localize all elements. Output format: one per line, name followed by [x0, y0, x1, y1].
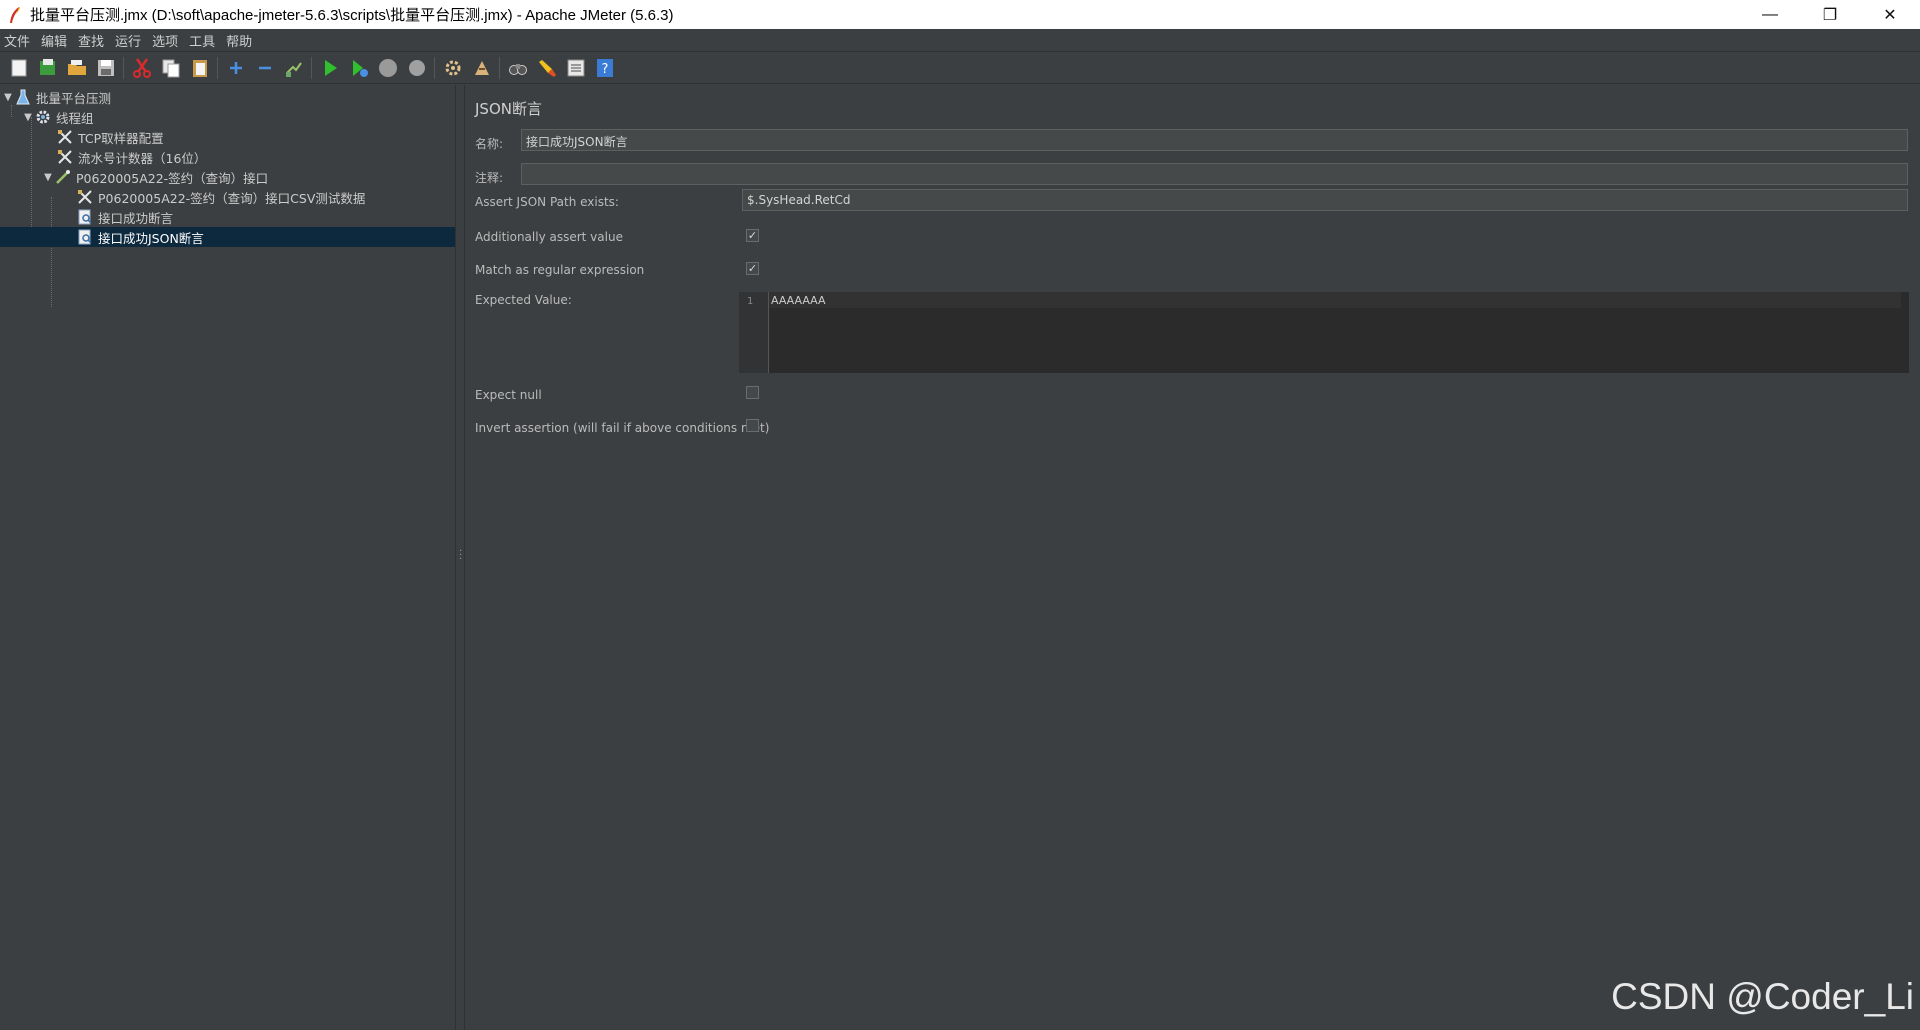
tree-item-label: 接口成功断言: [98, 210, 174, 226]
stop-icon[interactable]: [376, 56, 400, 80]
tree-item-label: 线程组: [56, 110, 94, 126]
tree-item-label: 流水号计数器（16位）: [78, 150, 207, 166]
checkmark-icon: ✓: [747, 229, 758, 242]
panel-splitter[interactable]: · · ·: [455, 85, 465, 1030]
expect-null-checkbox[interactable]: [746, 386, 759, 399]
tree-item-label: TCP取样器配置: [78, 130, 164, 146]
name-label: 名称:: [475, 137, 504, 151]
start-icon[interactable]: [318, 56, 342, 80]
close-button[interactable]: ✕: [1860, 0, 1920, 29]
toolbar-separator: [217, 56, 218, 79]
panel-title: JSON断言: [475, 100, 542, 118]
jmeter-feather-icon: [4, 4, 26, 26]
regex-label: Match as regular expression: [475, 263, 645, 277]
cut-icon[interactable]: [130, 56, 154, 80]
config-icon: [56, 128, 74, 146]
line-number-gutter: [739, 292, 769, 373]
remote-start-icon[interactable]: [441, 56, 465, 80]
config-icon: [56, 148, 74, 166]
help-icon[interactable]: ?: [593, 56, 617, 80]
open-icon[interactable]: [65, 56, 89, 80]
menu-options[interactable]: 选项: [148, 31, 185, 50]
chevron-down-icon[interactable]: ▼: [2, 92, 14, 103]
tree-item-csv-data[interactable]: P0620005A22-签约（查询）接口CSV测试数据: [76, 187, 365, 207]
splitter-grip-icon: · · ·: [459, 546, 463, 565]
comment-field[interactable]: [521, 163, 1908, 185]
expected-value-editor[interactable]: 1 AAAAAAA: [739, 292, 1909, 373]
menu-tools[interactable]: 工具: [185, 31, 222, 50]
expand-icon[interactable]: [224, 56, 248, 80]
assertion-icon: [76, 228, 94, 246]
tree-item-label: 批量平台压测: [36, 90, 112, 106]
test-plan-tree: ▼ 批量平台压测 ▼ 线程组 TCP取样器配置 流水号计数器（16位） ▼ P0…: [0, 85, 455, 1030]
expect-null-label: Expect null: [475, 388, 542, 402]
editor-scrollbar[interactable]: [1901, 292, 1909, 373]
window-title: 批量平台压测.jmx (D:\soft\apache-jmeter-5.6.3\…: [30, 7, 674, 24]
json-path-field[interactable]: $.SysHead.RetCd: [742, 189, 1908, 211]
menu-help[interactable]: 帮助: [222, 31, 259, 50]
current-line-highlight: [769, 292, 1909, 308]
minimize-button[interactable]: —: [1740, 0, 1800, 29]
tree-item-counter[interactable]: 流水号计数器（16位）: [56, 147, 206, 167]
search-binoculars-icon[interactable]: [506, 56, 530, 80]
new-icon[interactable]: [7, 56, 31, 80]
json-assertion-panel: JSON断言 名称: 接口成功JSON断言 注释: Assert JSON Pa…: [465, 85, 1920, 1030]
menu-edit[interactable]: 编辑: [37, 31, 74, 50]
remote-stop-icon[interactable]: [470, 56, 494, 80]
tree-item-label: 接口成功JSON断言: [98, 230, 204, 246]
copy-icon[interactable]: [159, 56, 183, 80]
tree-item-thread-group[interactable]: ▼ 线程组: [22, 107, 94, 127]
additionally-assert-label: Additionally assert value: [475, 230, 623, 244]
paste-icon[interactable]: [188, 56, 212, 80]
maximize-button[interactable]: ❐: [1800, 0, 1860, 29]
sampler-icon: [54, 168, 72, 186]
tree-item-response-assertion[interactable]: 接口成功断言: [76, 207, 173, 227]
tree-item-sampler[interactable]: ▼ P0620005A22-签约（查询）接口: [42, 167, 268, 187]
function-helper-icon[interactable]: [564, 56, 588, 80]
expected-value-text[interactable]: AAAAAAA: [771, 294, 826, 307]
collapse-icon[interactable]: [253, 56, 277, 80]
svg-text:?: ?: [601, 62, 608, 77]
line-number: 1: [747, 296, 754, 307]
toolbar-separator: [499, 56, 500, 79]
chevron-down-icon[interactable]: ▼: [22, 112, 34, 123]
comment-label: 注释:: [475, 171, 504, 185]
expected-value-label: Expected Value:: [475, 293, 572, 307]
assertion-icon: [76, 208, 94, 226]
tree-item-tcp-config[interactable]: TCP取样器配置: [56, 127, 164, 147]
regex-checkbox[interactable]: ✓: [746, 262, 759, 275]
clear-all-icon[interactable]: [535, 56, 559, 80]
additionally-assert-checkbox[interactable]: ✓: [746, 229, 759, 242]
config-icon: [76, 188, 94, 206]
tree-item-test-plan[interactable]: ▼ 批量平台压测: [2, 87, 111, 107]
toolbar-separator: [311, 56, 312, 79]
invert-assertion-checkbox[interactable]: [746, 419, 759, 432]
menu-bar: 文件 编辑 查找 运行 选项 工具 帮助: [0, 29, 1920, 52]
toolbar: ?: [0, 52, 1920, 84]
tree-item-label: P0620005A22-签约（查询）接口CSV测试数据: [98, 190, 366, 206]
window-titlebar: 批量平台压测.jmx (D:\soft\apache-jmeter-5.6.3\…: [0, 0, 1920, 29]
tree-item-label: P0620005A22-签约（查询）接口: [76, 170, 269, 186]
save-icon[interactable]: [94, 56, 118, 80]
checkmark-icon: ✓: [747, 262, 758, 275]
toolbar-separator: [434, 56, 435, 79]
shutdown-icon[interactable]: [405, 56, 429, 80]
watermark: CSDN @Coder_Li: [1611, 976, 1914, 1017]
toggle-icon[interactable]: [282, 56, 306, 80]
tree-item-json-assertion[interactable]: 接口成功JSON断言: [0, 227, 455, 247]
toolbar-separator: [123, 56, 124, 79]
name-field[interactable]: 接口成功JSON断言: [521, 129, 1908, 151]
menu-run[interactable]: 运行: [111, 31, 148, 50]
json-path-label: Assert JSON Path exists:: [475, 195, 619, 209]
menu-file[interactable]: 文件: [0, 31, 37, 50]
test-plan-icon: [14, 88, 32, 106]
chevron-down-icon[interactable]: ▼: [42, 172, 54, 183]
thread-group-icon: [34, 108, 52, 126]
start-no-pause-icon[interactable]: [347, 56, 371, 80]
invert-assertion-label: Invert assertion (will fail if above con…: [475, 421, 770, 435]
templates-icon[interactable]: [36, 56, 60, 80]
menu-search[interactable]: 查找: [74, 31, 111, 50]
